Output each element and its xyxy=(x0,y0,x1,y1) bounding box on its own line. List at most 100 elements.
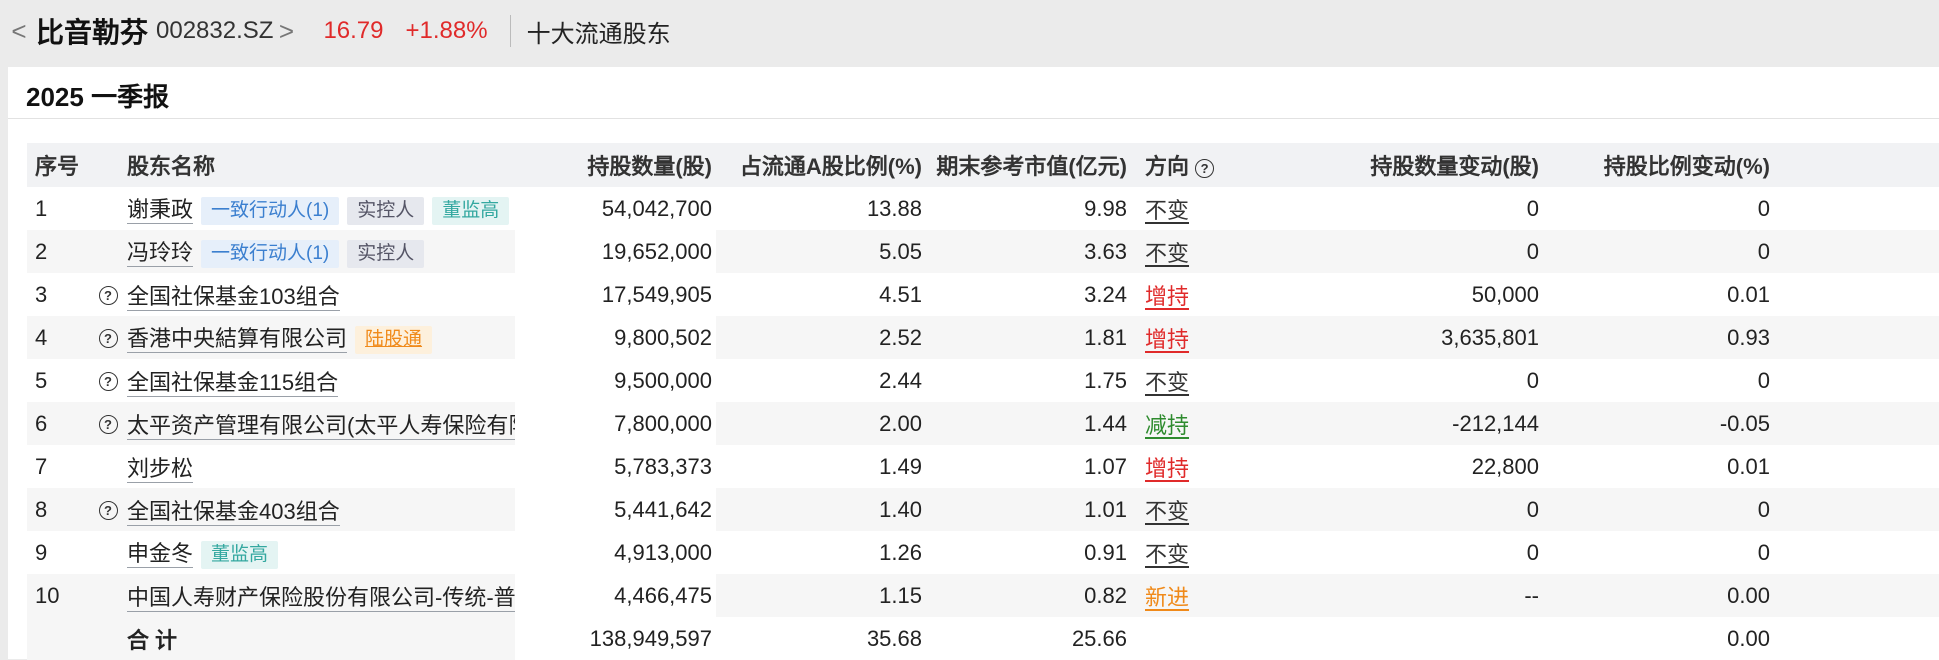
direction-link[interactable]: 减持 xyxy=(1145,413,1189,438)
direction-link[interactable]: 不变 xyxy=(1145,370,1189,395)
ratio-change-cell: 0.00 xyxy=(1543,574,1774,617)
total-label: 合计 xyxy=(127,617,515,660)
table-row[interactable]: 2 冯玲玲 一致行动人(1) 实控人 19,652,000 5.05 3.63 不变 0 0 xyxy=(27,230,1939,273)
table-row[interactable]: 8? 全国社保基金403组合 5,441,642 1.40 1.01 不变 0 0 xyxy=(27,488,1939,531)
ratio-change-cell: -0.05 xyxy=(1543,402,1774,445)
col-header-ratio[interactable]: 占流通A股比例(%) xyxy=(716,143,926,187)
shares-cell: 5,783,373 xyxy=(515,445,716,488)
holder-name[interactable]: 刘步松 xyxy=(127,455,194,483)
row-index: 2 xyxy=(27,230,89,273)
share-change-cell: 0 xyxy=(1526,195,1539,221)
holder-tag[interactable]: 董监高 xyxy=(201,541,279,570)
stock-name: 比音勒芬 xyxy=(36,17,149,48)
table-row[interactable]: 6? 太平资产管理有限公司(太平人寿保险有限公…7,800,0002.001.44… xyxy=(27,402,1939,445)
direction-link[interactable]: 不变 xyxy=(1145,241,1189,266)
row-index: 5 xyxy=(35,367,48,393)
holder-name-cell: 谢秉政 一致行动人(1) 实控人 董监高 xyxy=(127,187,515,230)
holder-name[interactable]: 全国社保基金115组合 xyxy=(127,369,339,397)
row-index: 3 xyxy=(35,281,48,307)
ratio-change-cell: 0.01 xyxy=(1727,281,1770,307)
shares-cell: 5,441,642 xyxy=(515,488,716,531)
market-value-cell: 1.81 xyxy=(926,316,1131,359)
col-header-share-change[interactable]: 持股数量变动(股) xyxy=(1241,143,1543,187)
holder-name[interactable]: 全国社保基金103组合 xyxy=(127,283,340,311)
help-icon[interactable]: ? xyxy=(98,415,118,435)
back-chevron-icon[interactable]: < xyxy=(6,16,32,47)
help-icon[interactable]: ? xyxy=(98,372,118,392)
col-header-shares[interactable]: 持股数量(股) xyxy=(515,143,716,187)
table-row[interactable]: 7 刘步松 5,783,373 1.49 1.07 增持 22,800 0.01 xyxy=(27,445,1939,488)
holder-name-cell: 太平资产管理有限公司(太平人寿保险有限公… xyxy=(127,402,515,445)
share-change-cell: 0 xyxy=(1526,367,1539,393)
row-help-cell: ? xyxy=(89,316,127,359)
direction-link[interactable]: 新进 xyxy=(1145,585,1189,610)
help-icon[interactable]: ? xyxy=(98,329,118,349)
ratio-change-cell: 0 xyxy=(1757,539,1770,565)
direction-link[interactable]: 不变 xyxy=(1145,542,1189,567)
col-header-ratio-change[interactable]: 持股比例变动(%) xyxy=(1543,143,1774,187)
row-index: 8 xyxy=(27,488,89,531)
ratio-cell: 13.88 xyxy=(866,195,922,221)
shares-cell: 9,500,000 xyxy=(515,359,716,402)
col-header-direction: 方向 ? xyxy=(1131,143,1241,187)
holder-tag[interactable]: 陆股通 xyxy=(355,326,433,355)
row-index: 10 xyxy=(27,574,89,617)
holder-name[interactable]: 冯玲玲 xyxy=(127,239,194,267)
market-value-cell: 1.44 xyxy=(926,402,1131,445)
ratio-change-cell: 0.93 xyxy=(1543,316,1774,359)
holder-name[interactable]: 太平资产管理有限公司(太平人寿保险有限公… xyxy=(127,412,515,440)
forward-chevron-icon[interactable]: > xyxy=(273,16,299,47)
stock-code: 002832.SZ xyxy=(156,17,274,44)
shareholder-panel: 2025 一季报 序号 股东名称 持股数量(股) 占流通A股比例(%) 期末参考… xyxy=(8,67,1939,660)
table-row[interactable]: 3? 全国社保基金103组合 17,549,905 4.51 3.24 增持 50,000 0… xyxy=(27,273,1939,316)
holder-tag[interactable]: 实控人 xyxy=(347,197,425,226)
direction-link[interactable]: 增持 xyxy=(1145,284,1189,309)
ratio-change-cell: 0 xyxy=(1543,488,1774,531)
share-change-cell: 50,000 xyxy=(1471,281,1539,307)
help-icon[interactable]: ? xyxy=(1195,158,1215,178)
stock-price: 16.79 xyxy=(323,17,384,44)
holder-name-cell: 中国人寿财产保险股份有限公司-传统-普通… xyxy=(127,574,515,617)
shares-cell: 54,042,700 xyxy=(515,187,716,230)
direction-link[interactable]: 增持 xyxy=(1145,327,1189,352)
row-help-cell: ? xyxy=(89,488,127,531)
holder-tag[interactable]: 实控人 xyxy=(347,240,425,269)
shareholders-table: 序号 股东名称 持股数量(股) 占流通A股比例(%) 期末参考市值(亿元) 方向… xyxy=(27,143,1939,660)
ratio-change-cell: 0.01 xyxy=(1727,453,1770,479)
direction-link[interactable]: 不变 xyxy=(1145,198,1189,223)
table-row[interactable]: 1 谢秉政 一致行动人(1) 实控人 董监高 54,042,700 13.88 9.98 不变 0… xyxy=(27,187,1939,230)
market-value-cell: 0.91 xyxy=(1084,539,1127,565)
holder-name[interactable]: 谢秉政 xyxy=(127,196,194,224)
total-ratio-change: 0.00 xyxy=(1543,617,1774,660)
stock-change-percent: +1.88% xyxy=(405,17,488,44)
help-icon[interactable]: ? xyxy=(98,501,118,521)
holder-tag[interactable]: 一致行动人(1) xyxy=(201,240,340,269)
direction-link[interactable]: 增持 xyxy=(1145,456,1189,481)
ratio-cell: 2.44 xyxy=(879,367,922,393)
shares-cell: 19,652,000 xyxy=(515,230,716,273)
holder-name-cell: 刘步松 xyxy=(127,445,515,488)
share-change-cell: 0 xyxy=(1526,539,1539,565)
holder-tag[interactable]: 一致行动人(1) xyxy=(201,197,340,226)
help-icon[interactable]: ? xyxy=(98,286,118,306)
holder-name[interactable]: 全国社保基金403组合 xyxy=(127,498,340,526)
holder-tag[interactable]: 董监高 xyxy=(432,197,510,226)
row-help-cell: ? xyxy=(89,273,127,316)
holder-name[interactable]: 香港中央結算有限公司 xyxy=(127,325,348,353)
share-change-cell: 0 xyxy=(1241,230,1543,273)
share-change-cell: -212,144 xyxy=(1241,402,1543,445)
holder-name[interactable]: 中国人寿财产保险股份有限公司-传统-普通… xyxy=(127,584,515,612)
row-help-cell xyxy=(89,531,127,574)
market-value-cell: 1.07 xyxy=(1084,453,1127,479)
table-row[interactable]: 5? 全国社保基金115组合 9,500,000 2.44 1.75 不变 0 0 xyxy=(27,359,1939,402)
table-row[interactable]: 10 中国人寿财产保险股份有限公司-传统-普通…4,466,4751.150.82… xyxy=(27,574,1939,617)
holder-name[interactable]: 申金冬 xyxy=(127,540,194,568)
direction-link[interactable]: 不变 xyxy=(1145,499,1189,524)
row-index: 6 xyxy=(27,402,89,445)
direction-cell: 新进 xyxy=(1131,574,1241,617)
table-row[interactable]: 9 申金冬 董监高 4,913,000 1.26 0.91 不变 0 0 xyxy=(27,531,1939,574)
col-header-market-value[interactable]: 期末参考市值(亿元) xyxy=(926,143,1131,187)
ratio-change-cell: 0 xyxy=(1757,195,1770,221)
direction-cell: 不变 xyxy=(1131,187,1241,230)
table-row[interactable]: 4? 香港中央結算有限公司 陆股通 9,800,502 2.52 1.81 增持 3,635,… xyxy=(27,316,1939,359)
